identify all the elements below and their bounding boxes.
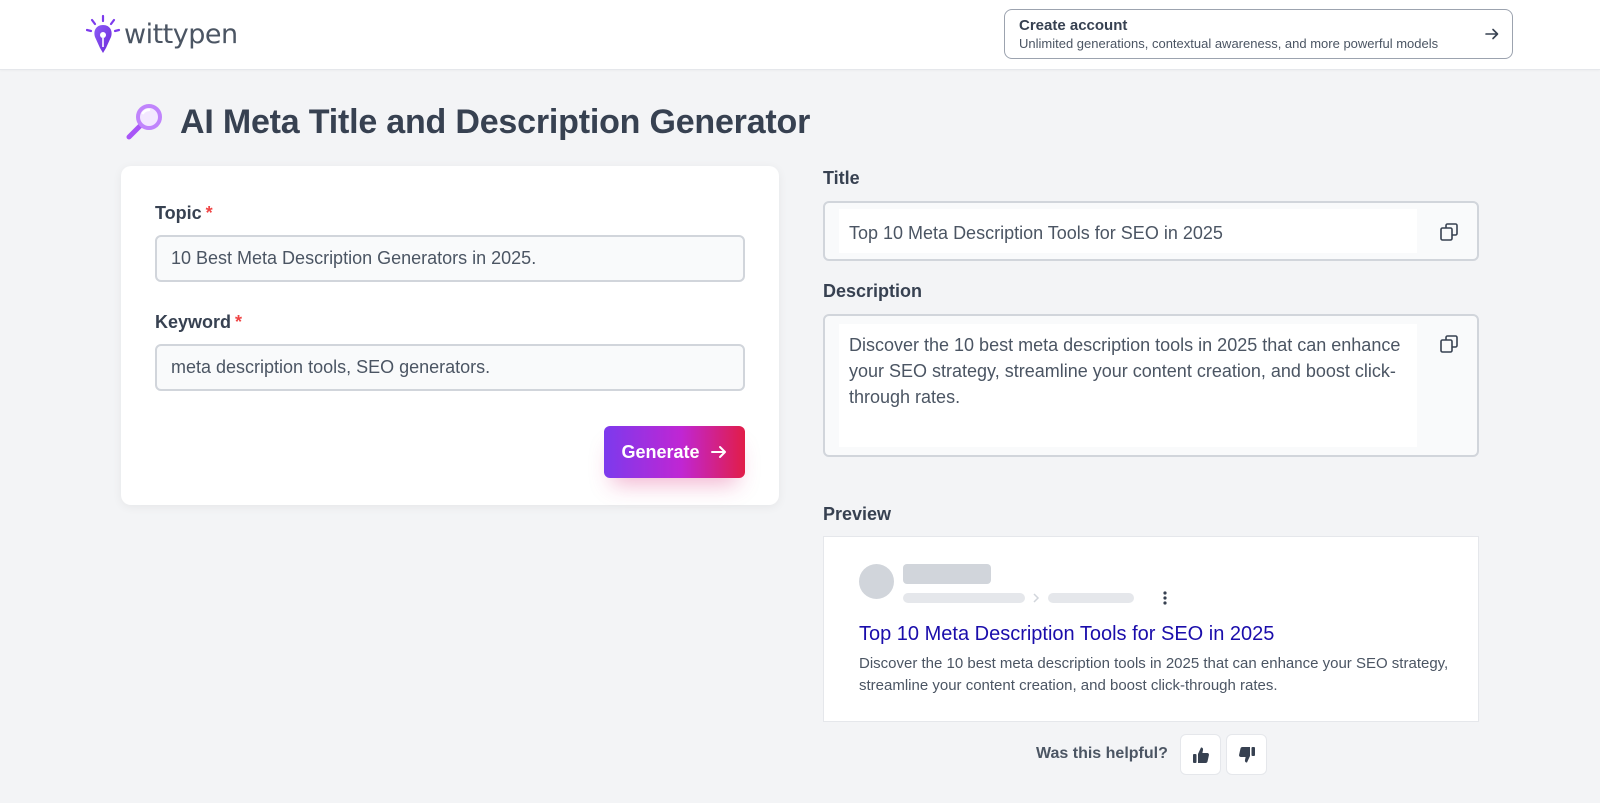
thumbs-up-icon [1192, 747, 1209, 763]
topic-label-text: Topic [155, 203, 202, 223]
required-mark: * [235, 312, 243, 332]
preview-title-link[interactable]: Top 10 Meta Description Tools for SEO in… [859, 623, 1274, 646]
site-name-placeholder [903, 564, 991, 584]
arrow-right-icon [1485, 28, 1499, 40]
favicon-placeholder [859, 564, 894, 599]
keyword-label-text: Keyword [155, 312, 232, 332]
url-placeholder [903, 593, 1025, 603]
thumbs-down-button[interactable] [1226, 734, 1267, 775]
topic-input[interactable] [155, 235, 745, 282]
keyword-input[interactable] [155, 344, 745, 391]
generate-button[interactable]: Generate [604, 426, 745, 478]
copy-icon[interactable] [1439, 222, 1459, 242]
helpful-question: Was this helpful? [1036, 745, 1168, 762]
logo-text: wittypen [124, 18, 238, 50]
keyword-label: Keyword * [155, 312, 242, 333]
generator-form-card: Topic* Keyword* Generate [121, 166, 779, 505]
top-header: wittypen Create account Unlimited genera… [0, 0, 1600, 70]
required-mark: * [205, 203, 213, 223]
arrow-right-icon [710, 446, 726, 458]
pen-lightbulb-icon [86, 14, 121, 53]
magnifying-glass-icon [126, 104, 162, 140]
wittypen-logo[interactable]: wittypen [86, 14, 238, 54]
title-output-label: Title [823, 168, 860, 188]
search-result-preview: Top 10 Meta Description Tools for SEO in… [823, 536, 1479, 722]
preview-label: Preview [823, 504, 892, 524]
description-output-box: Discover the 10 best meta description to… [823, 314, 1479, 457]
preview-description: Discover the 10 best meta description to… [859, 655, 1449, 694]
generate-label: Generate [621, 441, 700, 462]
description-output-text[interactable]: Discover the 10 best meta description to… [839, 324, 1417, 447]
title-output-box: Top 10 Meta Description Tools for SEO in… [823, 201, 1479, 261]
create-account-subtitle: Unlimited generations, contextual awaren… [1019, 36, 1439, 51]
create-account-button[interactable]: Create account Unlimited generations, co… [1004, 9, 1513, 59]
thumbs-up-button[interactable] [1180, 734, 1221, 775]
more-vertical-icon[interactable] [1162, 590, 1168, 606]
chevron-right-icon [1033, 593, 1040, 603]
title-output-text[interactable]: Top 10 Meta Description Tools for SEO in… [839, 209, 1417, 253]
copy-icon[interactable] [1439, 334, 1459, 354]
page-title: AI Meta Title and Description Generator [124, 100, 810, 144]
create-account-title: Create account [1019, 17, 1128, 34]
thumbs-down-icon [1238, 746, 1255, 762]
topic-label: Topic * [155, 203, 213, 224]
page-heading: AI Meta Title and Description Generator [180, 102, 811, 141]
url-path-placeholder [1048, 593, 1134, 603]
description-output-label: Description [823, 281, 923, 301]
